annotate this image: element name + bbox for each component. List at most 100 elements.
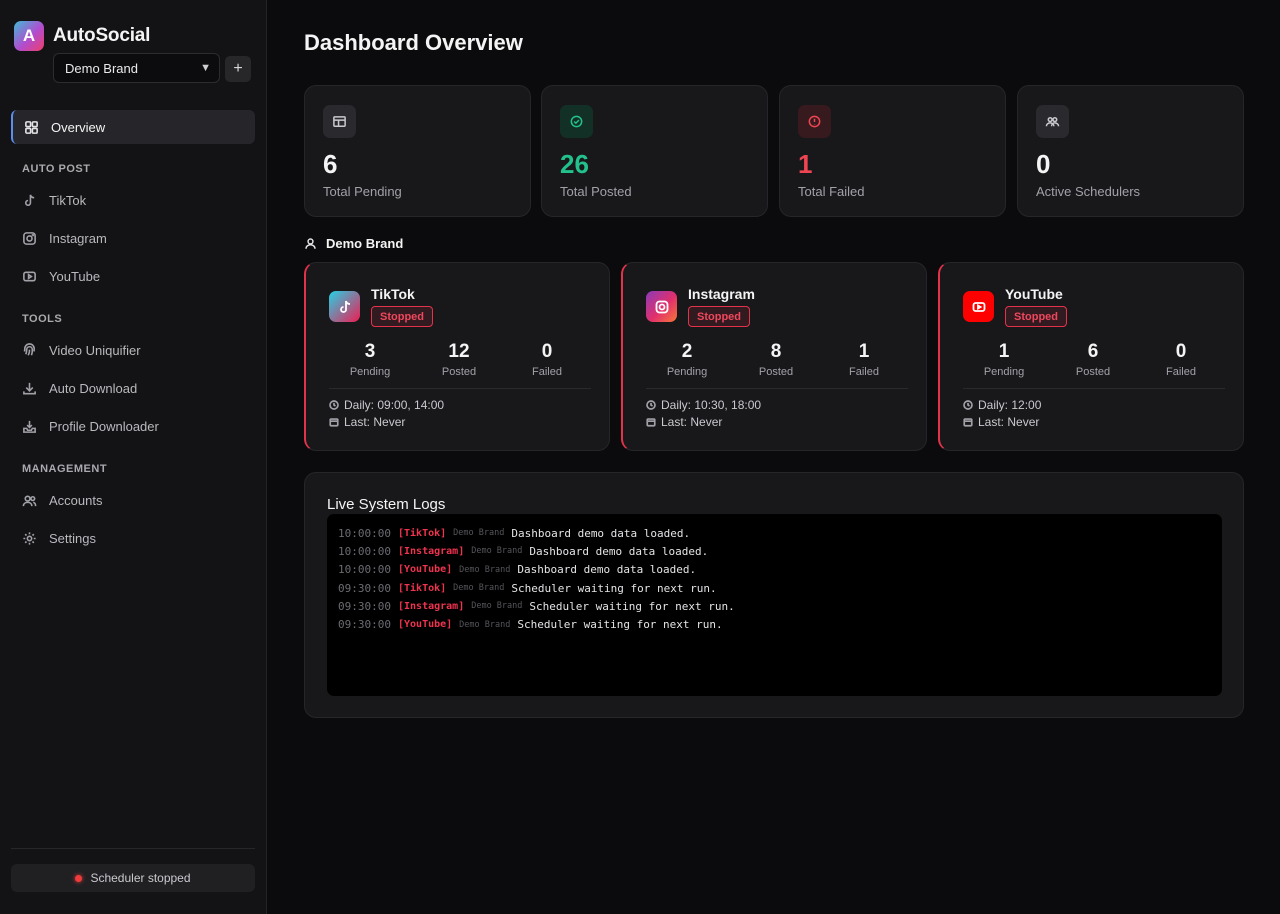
- schedule-last-text: Last: Never: [978, 415, 1040, 429]
- sidebar-item-accounts[interactable]: Accounts: [11, 483, 255, 517]
- platform-name: YouTube: [1005, 286, 1063, 302]
- schedule-last: Last: Never: [963, 415, 1039, 429]
- grid-icon: [25, 120, 38, 134]
- stat-label: Active Schedulers: [1036, 184, 1141, 199]
- metric-value: 1: [858, 341, 870, 362]
- brand-select-value: Demo Brand: [65, 60, 138, 76]
- log-tag: [Instagram]: [397, 600, 465, 612]
- sidebar-item-label: YouTube: [49, 268, 101, 284]
- log-tag: [YouTube]: [397, 619, 453, 631]
- log-entry: 10:00:00 [TikTok] Demo Brand Dashboard demo…: [338, 524, 1211, 542]
- clock-icon: [329, 400, 339, 410]
- fingerprint-icon: [23, 342, 35, 356]
- schedule-last: Last: Never: [646, 415, 722, 429]
- log-message: Dashboard demo data loaded.: [529, 544, 709, 558]
- metric-label: Pending: [983, 366, 1025, 378]
- section-label-management: MANAGEMENT: [22, 463, 108, 475]
- calendar-icon: [963, 418, 973, 427]
- metric-failed: 0 Failed: [512, 341, 582, 378]
- card-divider: [963, 388, 1225, 389]
- stat-label: Total Failed: [798, 184, 865, 199]
- metric-value: 6: [1087, 341, 1099, 362]
- stat-value: 6: [323, 149, 338, 179]
- log-message: Scheduler waiting for next run.: [511, 581, 717, 595]
- sidebar-item-label: Instagram: [49, 230, 107, 246]
- add-brand-button[interactable]: +: [225, 56, 251, 82]
- log-entry: 10:00:00 [YouTube] Demo Brand Dashboard dem…: [338, 561, 1211, 579]
- log-time: 10:00:00: [338, 526, 391, 540]
- metric-value: 1: [998, 341, 1010, 362]
- metric-value: 3: [364, 341, 376, 362]
- card-divider: [646, 388, 908, 389]
- sidebar-item-label: Accounts: [49, 492, 103, 508]
- schedule-daily-text: Daily: 12:00: [978, 398, 1042, 412]
- status-badge: Stopped: [1005, 306, 1067, 327]
- sidebar-item-video-uniquifier[interactable]: Video Uniquifier: [11, 333, 255, 367]
- stat-value: 26: [560, 149, 589, 179]
- log-time: 10:00:00: [338, 563, 391, 577]
- platform-card-tiktok[interactable]: TikTok Stopped 3 Pending 12 Posted 0 Failed…: [304, 262, 610, 451]
- logs-title: Live System Logs: [327, 496, 446, 513]
- log-tag: [YouTube]: [397, 564, 453, 576]
- metric-label: Failed: [532, 366, 562, 378]
- stat-label: Total Pending: [323, 184, 402, 199]
- app-name: AutoSocial: [53, 25, 151, 46]
- app-logo: A: [14, 21, 44, 51]
- alert-circle-icon: [798, 105, 831, 138]
- metric-failed: 1 Failed: [829, 341, 899, 378]
- metric-value: 8: [770, 341, 782, 362]
- platform-card-youtube[interactable]: YouTube Stopped 1 Pending 6 Posted 0 Failed…: [938, 262, 1244, 451]
- status-badge: Stopped: [371, 306, 433, 327]
- log-entry: 09:30:00 [YouTube] Demo Brand Scheduler wai…: [338, 615, 1211, 633]
- log-brand: Demo Brand: [471, 601, 523, 612]
- status-dot-icon: [75, 874, 83, 882]
- scheduler-status: Scheduler stopped: [11, 864, 255, 892]
- stat-value: 1: [798, 149, 813, 179]
- log-brand: Demo Brand: [453, 583, 505, 594]
- clock-icon: [963, 400, 973, 410]
- sidebar-item-label: TikTok: [49, 192, 87, 208]
- sidebar-item-label: Auto Download: [49, 380, 138, 396]
- schedule-daily-text: Daily: 10:30, 18:00: [661, 398, 762, 412]
- log-tag: [TikTok]: [397, 527, 447, 539]
- sidebar-item-overview[interactable]: Overview: [11, 110, 255, 144]
- brand-select[interactable]: Demo Brand ▼: [53, 53, 220, 83]
- instagram-icon: [646, 291, 677, 322]
- log-entry: 09:30:00 [Instagram] Demo Brand Scheduler w…: [338, 597, 1211, 615]
- sidebar-item-youtube[interactable]: YouTube: [11, 259, 255, 293]
- sidebar-item-auto-download[interactable]: Auto Download: [11, 371, 255, 405]
- sidebar: A AutoSocial Demo Brand ▼ + Overview AUT…: [0, 0, 267, 914]
- log-time: 09:30:00: [338, 599, 391, 613]
- instagram-icon: [23, 231, 36, 245]
- sidebar-item-tiktok[interactable]: TikTok: [11, 183, 255, 217]
- log-time: 10:00:00: [338, 544, 391, 558]
- download-icon: [23, 382, 36, 394]
- schedule-daily: Daily: 09:00, 14:00: [329, 398, 444, 412]
- stat-card-failed: 1 Total Failed: [779, 85, 1006, 217]
- log-time: 09:30:00: [338, 618, 391, 632]
- logs-console[interactable]: 10:00:00 [TikTok] Demo Brand Dashboard demo…: [327, 514, 1222, 696]
- tiktok-icon: [24, 194, 35, 206]
- sidebar-item-instagram[interactable]: Instagram: [11, 221, 255, 255]
- logs-panel: Live System Logs 10:00:00 [TikTok] Demo Br…: [304, 472, 1244, 718]
- sidebar-item-settings[interactable]: Settings: [11, 521, 255, 555]
- table-icon: [323, 105, 356, 138]
- page-title: Dashboard Overview: [304, 30, 523, 55]
- section-label-auto-post: AUTO POST: [22, 163, 91, 175]
- tiktok-icon: [329, 291, 360, 322]
- sidebar-item-profile-downloader[interactable]: Profile Downloader: [11, 409, 255, 443]
- metric-label: Posted: [441, 366, 477, 378]
- brand-section-heading: Demo Brand: [304, 236, 403, 251]
- inbox-download-icon: [23, 420, 36, 433]
- platform-card-instagram[interactable]: Instagram Stopped 2 Pending 8 Posted 1 Fail…: [621, 262, 927, 451]
- gear-icon: [23, 531, 36, 545]
- youtube-icon: [23, 270, 36, 282]
- log-tag: [TikTok]: [397, 582, 447, 594]
- app-brand[interactable]: A AutoSocial: [14, 21, 150, 51]
- platform-name: Instagram: [688, 286, 755, 302]
- sidebar-item-label: Profile Downloader: [49, 418, 159, 434]
- log-time: 09:30:00: [338, 581, 391, 595]
- sidebar-divider: [11, 848, 255, 849]
- metric-value: 12: [448, 341, 470, 362]
- schedule-last: Last: Never: [329, 415, 405, 429]
